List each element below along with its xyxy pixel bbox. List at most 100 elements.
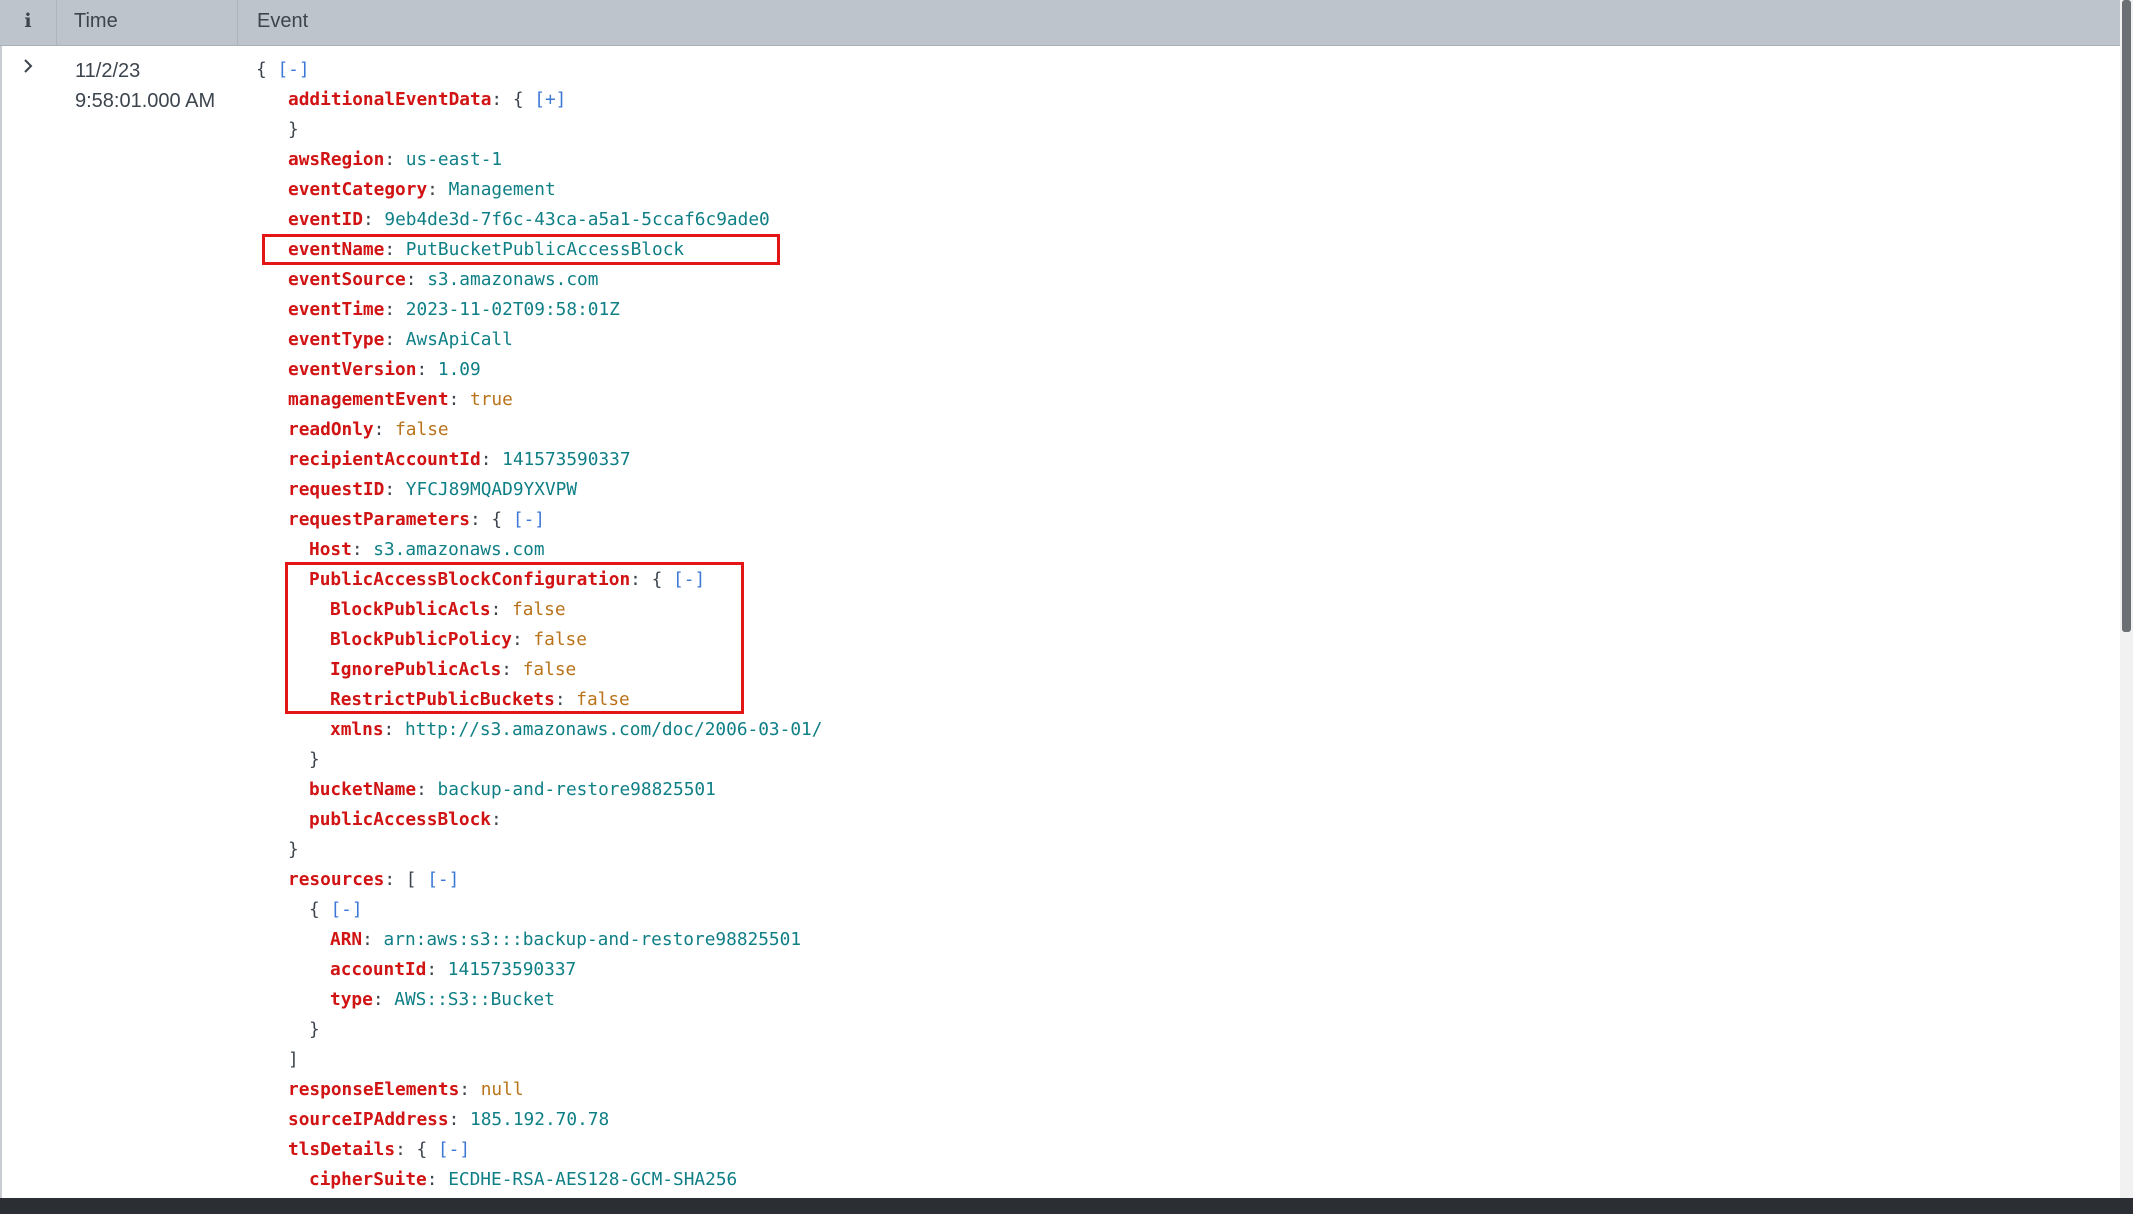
collapse-toggle[interactable]: [-]	[427, 869, 459, 890]
json-key[interactable]: additionalEventData	[288, 89, 491, 110]
json-value[interactable]: 185.192.70.78	[470, 1109, 609, 1130]
event-timestamp: 11/2/23 9:58:01.000 AM	[75, 56, 215, 116]
json-value[interactable]: 2023-11-02T09:58:01Z	[406, 299, 620, 320]
event-column-header[interactable]: Event	[237, 0, 308, 45]
json-value[interactable]: false	[576, 689, 630, 710]
json-key[interactable]: Host	[309, 539, 352, 560]
json-line: requestID: YFCJ89MQAD9YXVPW	[288, 479, 578, 500]
json-key[interactable]: BlockPublicAcls	[330, 599, 491, 620]
json-key[interactable]: eventSource	[288, 269, 406, 290]
json-key[interactable]: recipientAccountId	[288, 449, 481, 470]
json-value[interactable]: false	[395, 419, 449, 440]
json-line: eventName: PutBucketPublicAccessBlock	[288, 239, 685, 260]
json-key[interactable]: RestrictPublicBuckets	[330, 689, 555, 710]
json-line: eventSource: s3.amazonaws.com	[288, 269, 599, 290]
json-key[interactable]: eventVersion	[288, 359, 416, 380]
json-value[interactable]: backup-and-restore98825501	[437, 779, 715, 800]
json-value[interactable]: 1.09	[438, 359, 481, 380]
json-key[interactable]: eventID	[288, 209, 363, 230]
json-line: sourceIPAddress: 185.192.70.78	[288, 1109, 610, 1130]
bracket: ]	[288, 1049, 299, 1070]
collapse-toggle[interactable]: [-]	[277, 59, 309, 80]
json-value[interactable]: s3.amazonaws.com	[373, 539, 544, 560]
json-value[interactable]: AwsApiCall	[406, 329, 513, 350]
json-line: requestParameters: { [-]	[288, 509, 545, 530]
json-value[interactable]: 141573590337	[448, 959, 576, 980]
json-key[interactable]: sourceIPAddress	[288, 1109, 449, 1130]
json-line: eventTime: 2023-11-02T09:58:01Z	[288, 299, 620, 320]
json-line: BlockPublicAcls: false	[330, 599, 566, 620]
json-value[interactable]: PutBucketPublicAccessBlock	[406, 239, 684, 260]
json-value[interactable]: null	[481, 1079, 524, 1100]
json-key[interactable]: PublicAccessBlockConfiguration	[309, 569, 630, 590]
brace: }	[288, 839, 299, 860]
json-key[interactable]: requestID	[288, 479, 384, 500]
json-line: awsRegion: us-east-1	[288, 149, 503, 170]
json-key[interactable]: readOnly	[288, 419, 374, 440]
json-line: }	[256, 115, 822, 145]
json-line: }	[256, 1015, 822, 1045]
json-value[interactable]: ECDHE-RSA-AES128-GCM-SHA256	[448, 1169, 737, 1190]
row-left-border	[0, 46, 2, 1198]
json-line: additionalEventData: { [+]	[288, 89, 567, 110]
json-line: BlockPublicPolicy: false	[330, 629, 587, 650]
json-line: }	[256, 835, 822, 865]
json-value[interactable]: 9eb4de3d-7f6c-43ca-a5a1-5ccaf6c9ade0	[384, 209, 769, 230]
json-key[interactable]: ARN	[330, 929, 362, 950]
json-key[interactable]: responseElements	[288, 1079, 459, 1100]
json-value[interactable]: true	[470, 389, 513, 410]
json-key[interactable]: bucketName	[309, 779, 416, 800]
json-value[interactable]: us-east-1	[406, 149, 502, 170]
json-line: accountId: 141573590337	[330, 959, 577, 980]
expand-row-chevron-icon[interactable]	[20, 55, 38, 77]
json-key[interactable]: tlsDetails	[288, 1139, 395, 1160]
json-value[interactable]: arn:aws:s3:::backup-and-restore98825501	[384, 929, 802, 950]
json-key[interactable]: eventCategory	[288, 179, 427, 200]
json-line: managementEvent: true	[288, 389, 513, 410]
scrollbar-thumb[interactable]	[2122, 0, 2131, 632]
json-line: ]	[256, 1045, 822, 1075]
json-line: RestrictPublicBuckets: false	[330, 689, 630, 710]
collapse-toggle[interactable]: [-]	[438, 1139, 470, 1160]
json-line: { [-]	[256, 55, 822, 85]
json-value[interactable]: YFCJ89MQAD9YXVPW	[406, 479, 577, 500]
json-key[interactable]: awsRegion	[288, 149, 384, 170]
brace: {	[256, 59, 267, 80]
json-key[interactable]: BlockPublicPolicy	[330, 629, 512, 650]
collapse-toggle[interactable]: [-]	[330, 899, 362, 920]
brace: }	[309, 749, 320, 770]
vertical-scrollbar[interactable]	[2120, 0, 2133, 1198]
json-key[interactable]: resources	[288, 869, 384, 890]
json-value[interactable]: false	[512, 599, 566, 620]
info-column-header[interactable]: i	[0, 0, 56, 45]
json-key[interactable]: requestParameters	[288, 509, 470, 530]
json-key[interactable]: eventTime	[288, 299, 384, 320]
json-key[interactable]: type	[330, 989, 373, 1010]
time-column-header[interactable]: Time	[56, 0, 236, 45]
results-table-header: i Time Event	[0, 0, 2120, 46]
json-value[interactable]: http://s3.amazonaws.com/doc/2006-03-01/	[405, 719, 823, 740]
expand-toggle[interactable]: [+]	[534, 89, 566, 110]
brace: {	[651, 569, 663, 590]
json-line: eventCategory: Management	[288, 179, 556, 200]
json-key[interactable]: xmlns	[330, 719, 384, 740]
json-line: PublicAccessBlockConfiguration: { [-]	[309, 569, 706, 590]
json-line: eventID: 9eb4de3d-7f6c-43ca-a5a1-5ccaf6c…	[288, 209, 770, 230]
brace: }	[288, 119, 299, 140]
json-key[interactable]: managementEvent	[288, 389, 449, 410]
json-key[interactable]: publicAccessBlock	[309, 809, 491, 830]
json-value[interactable]: AWS::S3::Bucket	[394, 989, 555, 1010]
json-key[interactable]: eventName	[288, 239, 384, 260]
json-key[interactable]: cipherSuite	[309, 1169, 427, 1190]
collapse-toggle[interactable]: [-]	[513, 509, 545, 530]
brace: {	[309, 899, 320, 920]
json-value[interactable]: Management	[449, 179, 556, 200]
collapse-toggle[interactable]: [-]	[673, 569, 705, 590]
json-key[interactable]: IgnorePublicAcls	[330, 659, 501, 680]
json-value[interactable]: s3.amazonaws.com	[427, 269, 598, 290]
json-key[interactable]: eventType	[288, 329, 384, 350]
json-value[interactable]: false	[523, 659, 577, 680]
json-value[interactable]: false	[533, 629, 587, 650]
json-key[interactable]: accountId	[330, 959, 426, 980]
json-value[interactable]: 141573590337	[502, 449, 630, 470]
